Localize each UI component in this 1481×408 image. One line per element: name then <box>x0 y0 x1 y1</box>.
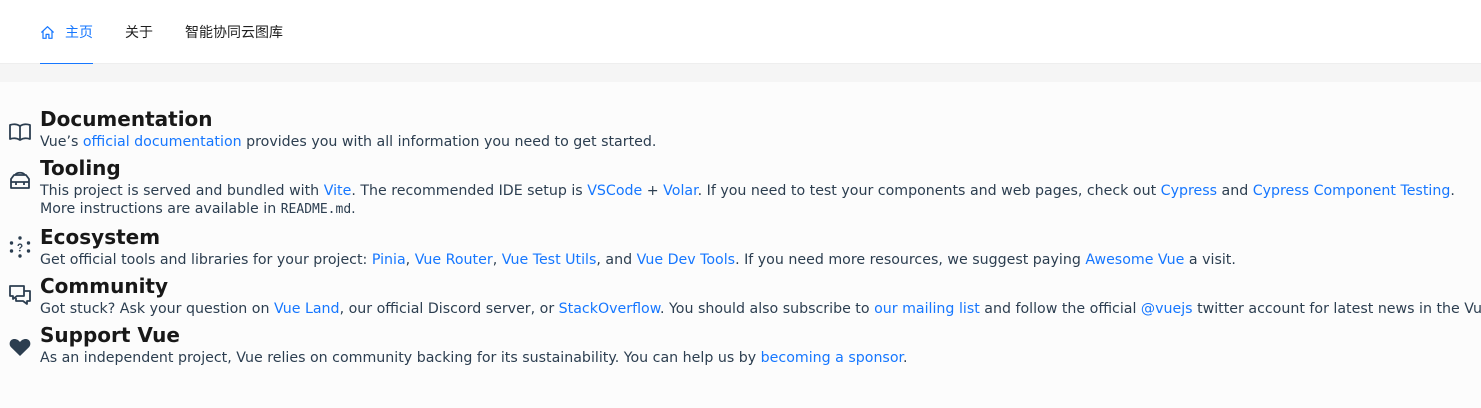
top-navigation-bar: 主页 关于 智能协同云图库 <box>0 0 1481 65</box>
toolbox-icon <box>8 169 34 195</box>
welcome-item-documentation: Documentation Vue’s official documentati… <box>0 107 1481 155</box>
cypress-link[interactable]: Cypress <box>1161 183 1217 199</box>
text-fragment: As an independent project, Vue relies on… <box>40 350 761 366</box>
header-divider-band <box>0 64 1481 82</box>
nav-item-home-label: 主页 <box>65 25 93 41</box>
documentation-text: Vue’s official documentation provides yo… <box>40 133 656 151</box>
official-documentation-link[interactable]: official documentation <box>83 134 242 150</box>
pinia-link[interactable]: Pinia <box>372 252 406 268</box>
text-fragment: Get official tools and libraries for you… <box>40 252 372 268</box>
welcome-item-tooling: Tooling This project is served and bundl… <box>0 156 1481 222</box>
nav-item-home[interactable]: 主页 <box>24 0 109 65</box>
text-fragment: Vue’s <box>40 134 83 150</box>
nav-item-gallery[interactable]: 智能协同云图库 <box>169 0 299 64</box>
heart-icon <box>8 335 34 361</box>
text-fragment: , and <box>596 252 637 268</box>
becoming-a-sponsor-link[interactable]: becoming a sponsor <box>761 350 903 366</box>
tooling-text: This project is served and bundled with … <box>40 182 1455 219</box>
welcome-content: Documentation Vue’s official documentati… <box>0 82 1481 408</box>
stackoverflow-link[interactable]: StackOverflow <box>559 301 660 317</box>
welcome-item-ecosystem: Ecosystem Get official tools and librari… <box>0 225 1481 273</box>
home-icon <box>40 25 55 40</box>
awesome-vue-link[interactable]: Awesome Vue <box>1085 252 1184 268</box>
support-text: As an independent project, Vue relies on… <box>40 349 908 367</box>
community-title: Community <box>40 274 169 298</box>
cypress-component-testing-link[interactable]: Cypress Component Testing <box>1253 183 1451 199</box>
text-fragment: Got stuck? Ask your question on <box>40 301 274 317</box>
text-fragment: This project is served and bundled with <box>40 183 324 199</box>
vue-land-link[interactable]: Vue Land <box>274 301 340 317</box>
vite-link[interactable]: Vite <box>324 183 352 199</box>
main-menu: 主页 关于 智能协同云图库 <box>24 0 299 65</box>
text-fragment: , <box>492 252 502 268</box>
text-fragment: , our official Discord server, or <box>339 301 559 317</box>
nav-item-about[interactable]: 关于 <box>109 0 169 64</box>
readme-filename: README.md <box>280 202 352 217</box>
text-fragment: . If you need to test your components an… <box>697 183 1161 199</box>
text-fragment: and follow the official <box>979 301 1141 317</box>
support-title: Support Vue <box>40 323 180 347</box>
vscode-link[interactable]: VSCode <box>587 183 642 199</box>
mailing-list-link[interactable]: our mailing list <box>874 301 980 317</box>
text-fragment: . The recommended IDE setup is <box>351 183 588 199</box>
community-text: Got stuck? Ask your question on Vue Land… <box>40 300 1481 318</box>
vuejs-twitter-link[interactable]: @vuejs <box>1141 301 1193 317</box>
nav-item-gallery-label: 智能协同云图库 <box>185 25 283 41</box>
text-fragment: + <box>642 183 664 199</box>
documentation-title: Documentation <box>40 107 213 131</box>
text-fragment: a visit. <box>1184 252 1236 268</box>
volar-link[interactable]: Volar <box>663 183 697 199</box>
text-fragment: . <box>903 350 908 366</box>
text-fragment: , <box>405 252 415 268</box>
welcome-item-support: Support Vue As an independent project, V… <box>0 323 1481 371</box>
vue-test-utils-link[interactable]: Vue Test Utils <box>502 252 597 268</box>
text-fragment: . You should also subscribe to <box>660 301 875 317</box>
vue-dev-tools-link[interactable]: Vue Dev Tools <box>637 252 735 268</box>
text-fragment: . <box>351 201 356 217</box>
text-fragment: twitter account for latest news in the V… <box>1197 301 1481 317</box>
text-fragment: . If you need more resources, we suggest… <box>735 252 1086 268</box>
ecosystem-icon <box>8 235 34 261</box>
tooling-title: Tooling <box>40 156 121 180</box>
vue-router-link[interactable]: Vue Router <box>415 252 493 268</box>
welcome-item-community: Community Got stuck? Ask your question o… <box>0 274 1481 322</box>
text-fragment: More instructions are available in <box>40 201 281 217</box>
book-icon <box>8 120 34 146</box>
chat-icon <box>8 283 34 309</box>
text-fragment: and <box>1217 183 1253 199</box>
text-fragment: provides you with all information you ne… <box>241 134 657 150</box>
ecosystem-text: Get official tools and libraries for you… <box>40 251 1236 269</box>
text-fragment: . <box>1450 183 1455 199</box>
ecosystem-title: Ecosystem <box>40 225 161 249</box>
nav-item-about-label: 关于 <box>125 25 153 41</box>
